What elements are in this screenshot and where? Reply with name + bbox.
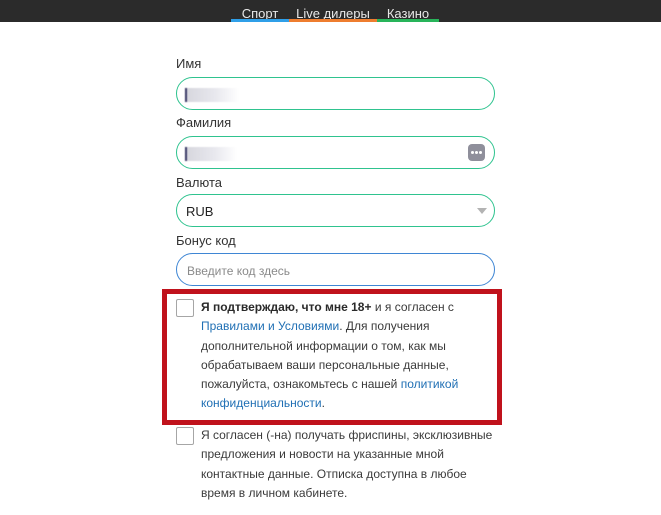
redacted-last-name (185, 147, 237, 161)
currency-label: Валюта (176, 175, 222, 190)
age-consent-text-part3: . (321, 396, 325, 411)
first-name-label: Имя (176, 56, 202, 71)
bonus-code-field[interactable] (176, 253, 495, 286)
registration-page: Спорт Live дилеры Казино Имя Фамилия Вал… (0, 0, 661, 515)
marketing-consent-checkbox[interactable] (176, 427, 194, 445)
age-consent-text-part1: и я согласен с (371, 300, 454, 314)
last-name-field[interactable] (176, 136, 495, 169)
chevron-down-icon (477, 208, 487, 214)
bonus-code-input[interactable] (185, 260, 479, 282)
first-name-field[interactable] (176, 77, 495, 110)
top-nav: Спорт Live дилеры Казино (0, 0, 661, 22)
age-consent-checkbox[interactable] (176, 299, 194, 317)
tab-sport-underline (231, 19, 289, 22)
terms-link[interactable]: Правилами и Условиями (201, 319, 339, 333)
tab-live-dealers[interactable]: Live дилеры (289, 0, 377, 22)
currency-value: RUB (186, 204, 214, 219)
tab-casino[interactable]: Казино (377, 0, 439, 22)
tab-live-dealers-underline (289, 19, 377, 22)
autofill-key-icon[interactable] (468, 144, 485, 161)
marketing-consent-text: Я согласен (-на) получать фриспины, экск… (201, 428, 493, 500)
currency-select[interactable]: RUB (176, 194, 495, 227)
tab-casino-underline (377, 19, 439, 22)
bonus-code-label: Бонус код (176, 233, 236, 248)
age-consent-text: Я подтверждаю, что мне 18+ и я согласен … (201, 298, 481, 414)
last-name-label: Фамилия (176, 115, 232, 130)
redacted-first-name (185, 88, 239, 102)
age-consent-lead: Я подтверждаю, что мне 18+ (201, 300, 372, 314)
tab-sport[interactable]: Спорт (231, 0, 289, 22)
